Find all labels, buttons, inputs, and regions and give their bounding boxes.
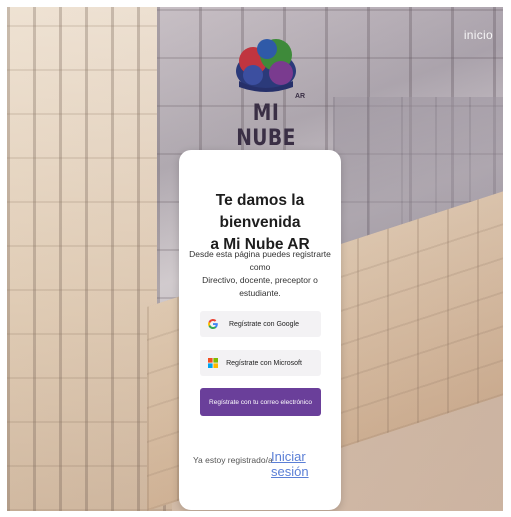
background: inicio AR MI NUBE Te damos la bienvenida… [7, 7, 503, 511]
welcome-card: Te damos la bienvenida a Mi Nube AR Desd… [179, 150, 341, 510]
already-registered-text: Ya estoy registrado/a [193, 455, 273, 465]
title-line1: Te damos la bienvenida [215, 192, 305, 231]
inicio-link[interactable]: inicio [464, 28, 493, 42]
google-register-button[interactable]: Regístrate con Google [200, 311, 321, 337]
cloud-logo-icon [236, 39, 296, 92]
google-button-label: Regístrate con Google [228, 320, 300, 328]
email-button-label: Regístrate con tu correo electrónico [209, 398, 312, 406]
email-register-button[interactable]: Regístrate con tu correo electrónico [200, 388, 321, 416]
subtitle-line2: Directivo, docente, preceptor o estudian… [202, 275, 318, 298]
app-logo: AR MI NUBE [221, 31, 311, 151]
logo-sub: AR [295, 93, 306, 100]
logo-text: MI NUBE [236, 101, 296, 151]
microsoft-icon [208, 358, 218, 368]
subtitle-line1: Desde esta página puedes registrarte com… [189, 249, 331, 272]
login-link[interactable]: Iniciar sesión [271, 449, 341, 479]
google-icon [208, 319, 218, 329]
welcome-title: Te damos la bienvenida a Mi Nube AR [179, 190, 341, 256]
welcome-subtitle: Desde esta página puedes registrarte com… [189, 248, 331, 300]
microsoft-register-button[interactable]: Regístrate con Microsoft [200, 350, 321, 376]
microsoft-button-label: Regístrate con Microsoft [226, 359, 302, 367]
